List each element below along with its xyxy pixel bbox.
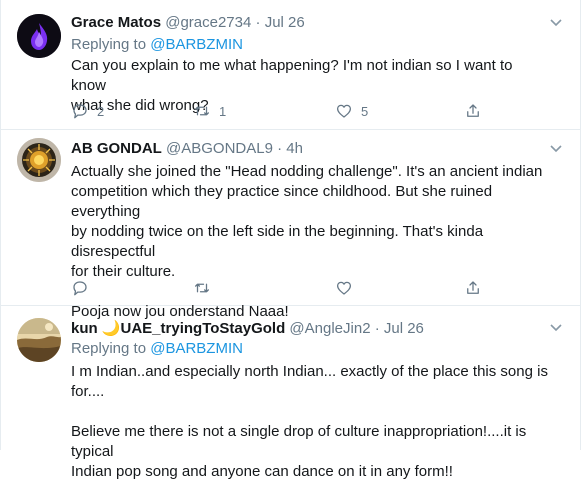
like-button[interactable]: 5 <box>335 102 368 120</box>
tweet-header: AB GONDAL @ABGONDAL9 · 4h <box>71 140 303 157</box>
user-handle[interactable]: @ABGONDAL9 <box>166 140 273 157</box>
user-name[interactable]: Grace Matos <box>71 14 161 31</box>
separator-dot: · <box>277 140 283 157</box>
replying-to: Replying to @BARBZMIN <box>71 340 243 357</box>
golden-emblem-image <box>17 138 61 182</box>
retweet-count: 1 <box>219 103 227 119</box>
like-icon <box>336 104 352 118</box>
share-button[interactable] <box>464 279 482 297</box>
reply-button[interactable]: 2 <box>71 102 104 120</box>
purple-flame-image <box>17 14 61 58</box>
retweet-button[interactable] <box>193 279 211 297</box>
tweet-ab-gondal[interactable]: AB GONDAL @ABGONDAL9 · 4h Actually she j… <box>1 130 581 320</box>
tweet-grace-matos[interactable]: Grace Matos @grace2734 · Jul 26 Replying… <box>1 0 581 130</box>
reply-button[interactable] <box>71 279 89 297</box>
tweet-actions: 2 1 5 <box>71 102 491 122</box>
tweet-text: I m Indian..and especially north Indian.… <box>71 363 548 480</box>
landscape-photo-image <box>17 318 61 362</box>
user-handle[interactable]: @grace2734 <box>165 14 251 31</box>
tweet-time[interactable]: 4h <box>286 140 303 157</box>
timeline: Grace Matos @grace2734 · Jul 26 Replying… <box>0 0 581 480</box>
avatar[interactable] <box>17 318 61 362</box>
like-icon <box>336 281 352 295</box>
like-count: 5 <box>361 103 369 119</box>
avatar[interactable] <box>17 14 61 58</box>
retweet-icon <box>194 106 210 116</box>
tweet-time[interactable]: Jul 26 <box>384 320 424 337</box>
tweet-time[interactable]: Jul 26 <box>265 14 305 31</box>
tweet-actions <box>71 279 491 299</box>
replying-to-label: Replying to <box>71 340 147 357</box>
separator-dot: · <box>255 14 261 31</box>
retweet-button[interactable]: 1 <box>193 102 226 120</box>
avatar[interactable] <box>17 138 61 182</box>
user-handle[interactable]: @AngleJin2 <box>289 320 370 337</box>
reply-icon <box>73 281 87 296</box>
user-name[interactable]: kun 🌙UAE_tryingToStayGold <box>71 320 285 337</box>
share-icon <box>467 281 479 294</box>
tweet-header: kun 🌙UAE_tryingToStayGold @AngleJin2 · J… <box>71 319 424 337</box>
replying-to: Replying to @BARBZMIN <box>71 36 243 53</box>
share-icon <box>467 104 479 117</box>
tweet-kun[interactable]: kun 🌙UAE_tryingToStayGold @AngleJin2 · J… <box>1 306 581 480</box>
chevron-down-icon[interactable] <box>548 319 564 335</box>
like-button[interactable] <box>335 279 353 297</box>
chevron-down-icon[interactable] <box>548 140 564 156</box>
replying-to-handle-link[interactable]: @BARBZMIN <box>150 36 243 53</box>
replying-to-label: Replying to <box>71 36 147 53</box>
user-name[interactable]: AB GONDAL <box>71 140 162 157</box>
reply-icon <box>73 104 87 119</box>
replying-to-handle-link[interactable]: @BARBZMIN <box>150 340 243 357</box>
retweet-icon <box>194 283 210 293</box>
tweet-header: Grace Matos @grace2734 · Jul 26 <box>71 14 305 31</box>
share-button[interactable] <box>464 102 482 120</box>
chevron-down-icon[interactable] <box>548 14 564 30</box>
separator-dot: · <box>374 320 380 337</box>
reply-count: 2 <box>97 103 105 119</box>
